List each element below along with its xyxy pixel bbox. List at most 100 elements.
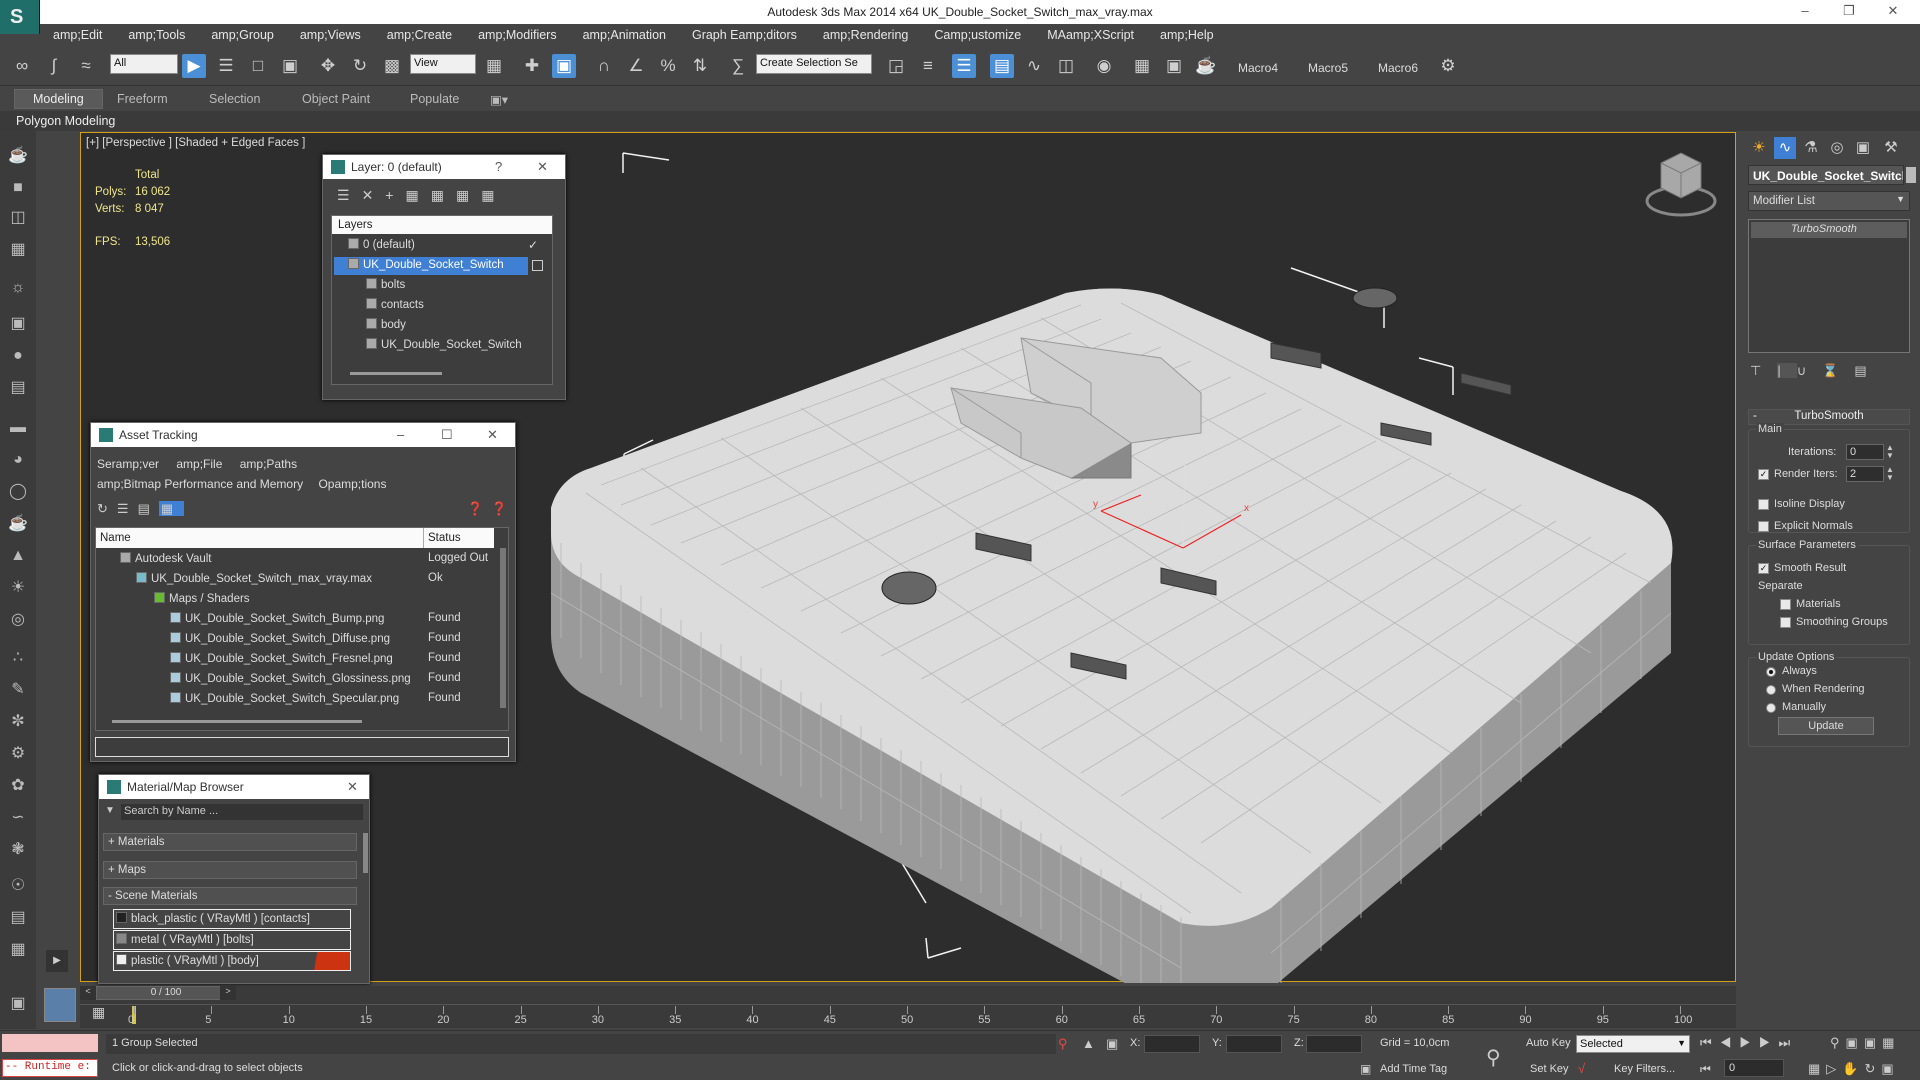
asset-path-field[interactable] — [95, 737, 509, 757]
help-icon[interactable]: ❓ — [491, 501, 507, 517]
select-manipulate-icon[interactable]: ✚ — [520, 54, 544, 78]
selection-filter-dropdown[interactable]: All — [110, 54, 178, 74]
hair-icon[interactable]: ∽ — [7, 807, 29, 829]
pan-icon[interactable]: ✋ — [1842, 1061, 1864, 1076]
object-item-contacts[interactable]: contacts — [366, 298, 424, 316]
menu-group[interactable]: amp;Group — [198, 28, 287, 42]
viewport-label[interactable]: [+] [Perspective ] [Shaded + Edged Faces… — [86, 137, 305, 149]
link-icon[interactable]: ∞ — [10, 54, 34, 78]
tab-modeling[interactable]: Modeling — [14, 89, 103, 109]
camera-icon[interactable]: ▣ — [7, 313, 29, 335]
app-menu-button[interactable]: S — [0, 0, 40, 34]
orbit-icon[interactable]: ↻ — [1864, 1061, 1881, 1076]
menu-animation[interactable]: amp;Animation — [570, 28, 679, 42]
isoline-display-checkbox[interactable] — [1758, 499, 1769, 510]
asset-row[interactable]: UK_Double_Socket_Switch_Bump.png — [170, 612, 422, 630]
prev-frame-icon[interactable]: < — [80, 986, 96, 1000]
particle-icon[interactable]: ∴ — [7, 647, 29, 669]
layers-scrollbar[interactable] — [350, 372, 442, 375]
x-coordinate-field[interactable] — [1144, 1035, 1200, 1053]
col-header-name[interactable]: Name — [96, 528, 424, 548]
walk-through-icon[interactable]: ▷ — [1826, 1061, 1842, 1076]
plant-icon[interactable]: ✿ — [7, 775, 29, 797]
asset-vertical-scrollbar[interactable] — [500, 548, 506, 708]
asset-row[interactable]: UK_Double_Socket_Switch_max_vray.max — [136, 572, 422, 590]
show-end-result-icon[interactable]: | — [1777, 363, 1797, 378]
refresh-icon[interactable]: ↻ — [97, 501, 117, 516]
zoom-icon[interactable]: ⚲ — [1830, 1035, 1846, 1050]
menu-file[interactable]: amp;File — [176, 457, 222, 471]
time-slider[interactable]: 0 / 100 — [96, 986, 236, 1000]
asset-horizontal-scrollbar[interactable] — [112, 720, 362, 723]
select-layer-icon[interactable]: ▦ — [405, 187, 430, 203]
highlight-layer-icon[interactable]: ▦ — [431, 187, 456, 203]
zoom-extents-icon[interactable]: ▣ — [1864, 1035, 1882, 1050]
ribbon-toggle-icon[interactable]: ▤ — [990, 54, 1014, 78]
asset-row[interactable]: Maps / Shaders — [154, 592, 422, 610]
rotate-icon[interactable]: ↻ — [348, 54, 372, 78]
menu-edit[interactable]: amp;Edit — [40, 28, 115, 42]
maxscript-listener-mini[interactable] — [2, 1034, 98, 1052]
mirror-icon[interactable]: ◲ — [884, 54, 908, 78]
create-tab-icon[interactable]: ☀ — [1748, 137, 1770, 159]
teapot-small-icon[interactable]: ☕ — [7, 513, 29, 535]
menu-server[interactable]: Seramp;ver — [97, 457, 159, 471]
film-icon[interactable]: ▤ — [7, 377, 29, 399]
pin-stack-icon[interactable]: ⊤ — [1750, 363, 1777, 378]
hierarchy-tab-icon[interactable]: ⚗ — [1800, 137, 1822, 159]
next-key-icon[interactable]: ▶ — [1759, 1035, 1779, 1050]
menu-graph-editors[interactable]: Graph Eamp;ditors — [679, 28, 810, 42]
close-icon[interactable]: ✕ — [347, 779, 358, 795]
tree-view-icon[interactable]: ▦ — [158, 501, 185, 516]
macro6-button[interactable]: Macro6 — [1378, 61, 1418, 75]
runtime-error-field[interactable]: -- Runtime e: — [2, 1059, 98, 1077]
layer-dialog-titlebar[interactable]: Layer: 0 (default) ? ✕ — [323, 155, 565, 179]
align-icon[interactable]: ≡ — [916, 54, 940, 78]
percent-snap-icon[interactable]: % — [656, 54, 680, 78]
list-view-icon[interactable]: ☰ — [117, 501, 138, 516]
edit-named-selection-icon[interactable]: ∑ — [726, 54, 750, 78]
menu-tools[interactable]: amp;Tools — [115, 28, 198, 42]
materials-checkbox[interactable] — [1780, 599, 1791, 610]
field-of-view-icon[interactable]: ▦ — [1808, 1061, 1826, 1076]
close-icon[interactable]: ✕ — [1878, 3, 1908, 19]
modifier-list-dropdown[interactable]: Modifier List ▼ — [1748, 191, 1910, 211]
asset-row[interactable]: UK_Double_Socket_Switch_Fresnel.png — [170, 652, 422, 670]
maximize-viewport-icon[interactable]: ▣ — [1881, 1061, 1899, 1076]
scale-icon[interactable]: ▩ — [380, 54, 404, 78]
teapot-create-icon[interactable]: ☕ — [7, 145, 29, 167]
render-icon[interactable]: ☕ — [1194, 54, 1218, 78]
object-name-field[interactable]: UK_Double_Socket_Switch — [1748, 165, 1904, 185]
help-button[interactable]: ? — [495, 159, 502, 174]
spinner-snap-icon[interactable]: ⇅ — [688, 54, 712, 78]
key-mode-dropdown[interactable]: Selected ▼ — [1576, 1035, 1690, 1053]
macro4-button[interactable]: Macro4 — [1238, 61, 1278, 75]
stack-item-turbosmooth[interactable]: TurboSmooth — [1751, 222, 1907, 238]
menu-views[interactable]: amp;Views — [287, 28, 374, 42]
gear-icon[interactable]: ⚙ — [7, 743, 29, 765]
select-by-name-icon[interactable]: ☰ — [214, 54, 238, 78]
vault-help-icon[interactable]: ❓ — [467, 501, 483, 517]
browser-options-icon[interactable]: ▼ — [105, 805, 115, 816]
smoothing-groups-checkbox[interactable] — [1780, 617, 1791, 628]
spinner-arrows-icon[interactable]: ▲ ▼ — [1886, 444, 1894, 460]
set-key-button[interactable]: Set Key — [1530, 1063, 1569, 1075]
time-tag-icon[interactable]: ▣ — [1360, 1062, 1371, 1076]
bind-spacewarp-icon[interactable]: ≈ — [74, 54, 98, 78]
globe-icon[interactable]: ☉ — [7, 875, 29, 897]
render-setup-icon[interactable]: ▦ — [1130, 54, 1154, 78]
next-frame-icon[interactable]: > — [220, 986, 236, 1000]
add-time-tag-button[interactable]: Add Time Tag — [1380, 1063, 1447, 1075]
zoom-extents-all-icon[interactable]: ▦ — [1882, 1035, 1900, 1050]
mini-curve-editor-icon[interactable] — [44, 988, 76, 1022]
key-icon[interactable]: ⚲ — [1486, 1045, 1501, 1070]
current-frame-field[interactable]: 0 — [1724, 1059, 1784, 1077]
shell-icon[interactable]: ❃ — [7, 839, 29, 861]
named-selection-dropdown[interactable]: Create Selection Se — [756, 54, 872, 74]
render-iters-spinner[interactable]: 2 — [1846, 466, 1884, 482]
table-view-icon[interactable]: ▤ — [138, 501, 159, 516]
add-to-layer-icon[interactable]: + — [385, 187, 405, 203]
explicit-normals-checkbox[interactable] — [1758, 521, 1769, 532]
teapot-icon[interactable]: ⚙ — [1436, 54, 1460, 78]
material-item-plastic[interactable]: plastic ( VRayMtl ) [body] — [113, 951, 351, 971]
